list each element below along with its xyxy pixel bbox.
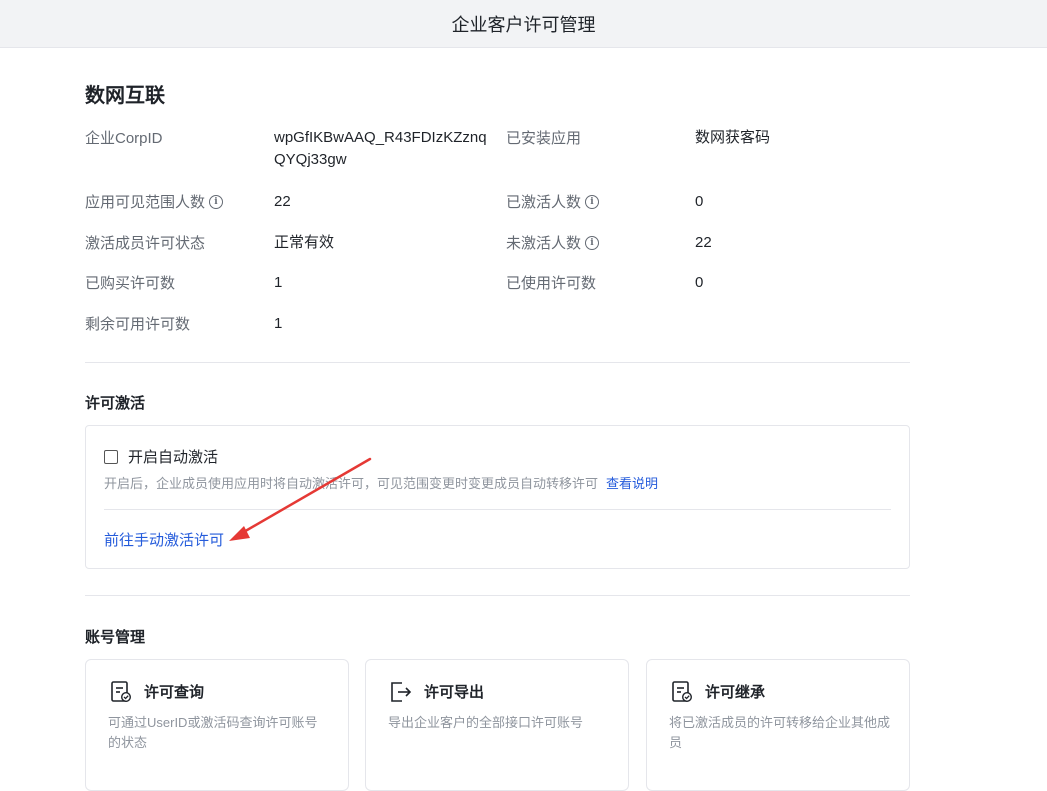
purchased-value: 1 xyxy=(274,274,283,291)
card-license-export[interactable]: 许可导出 导出企业客户的全部接口许可账号 xyxy=(365,659,629,791)
corp-name: 数网互联 xyxy=(85,85,165,107)
view-explanation-link[interactable]: 查看说明 xyxy=(606,476,658,491)
installed-app-label: 已安装应用 xyxy=(506,130,582,147)
section-divider xyxy=(85,595,910,596)
panel-divider xyxy=(104,509,891,510)
card-description: 导出企业客户的全部接口许可账号 xyxy=(388,715,584,730)
page-title: 企业客户许可管理 xyxy=(451,14,596,35)
activated-count-value: 0 xyxy=(695,193,704,210)
auto-activate-toggle[interactable]: 开启自动激活 xyxy=(104,446,218,467)
card-title: 许可继承 xyxy=(705,684,766,701)
top-bar: 企业客户许可管理 xyxy=(0,0,1047,48)
used-value: 0 xyxy=(695,274,704,291)
used-label: 已使用许可数 xyxy=(506,275,597,292)
info-circle-icon[interactable]: i xyxy=(585,235,600,250)
visible-count-label: 应用可见范围人数 xyxy=(85,194,206,211)
corpid-label: 企业CorpID xyxy=(85,130,163,147)
license-doc-icon xyxy=(111,681,132,703)
auto-activate-label: 开启自动激活 xyxy=(128,449,219,466)
card-title: 许可查询 xyxy=(144,684,205,701)
unactivated-count-label: 未激活人数 xyxy=(506,235,582,252)
manual-activation-link[interactable]: 前往手动激活许可 xyxy=(104,529,224,550)
annotation-arrow xyxy=(229,457,372,541)
card-license-inherit[interactable]: 许可继承 将已激活成员的许可转移给企业其他成员 xyxy=(646,659,910,791)
unactivated-count-value: 22 xyxy=(695,234,712,251)
visible-count-label-wrap: 应用可见范围人数 i xyxy=(85,191,224,212)
activation-panel: 开启自动激活 开启后，企业成员使用应用时将自动激活许可，可见范围变更时变更成员自… xyxy=(85,425,910,569)
info-circle-icon[interactable]: i xyxy=(585,194,600,209)
remaining-label: 剩余可用许可数 xyxy=(85,316,191,333)
hint-text: 开启后，企业成员使用应用时将自动激活许可，可见范围变更时变更成员自动转移许可 xyxy=(104,476,599,491)
visible-count-value: 22 xyxy=(274,193,291,210)
auto-activate-hint: 开启后，企业成员使用应用时将自动激活许可，可见范围变更时变更成员自动转移许可 查看… xyxy=(104,473,658,492)
auto-activate-checkbox[interactable] xyxy=(104,449,118,464)
section-divider xyxy=(85,362,910,363)
activation-section-title: 许可激活 xyxy=(85,395,146,412)
activated-count-label: 已激活人数 xyxy=(506,194,582,211)
export-icon xyxy=(391,682,412,702)
license-doc-icon xyxy=(672,681,693,703)
card-description: 可通过UserID或激活码查询许可账号的状态 xyxy=(108,715,318,750)
purchased-label: 已购买许可数 xyxy=(85,275,176,292)
info-circle-icon[interactable]: i xyxy=(209,194,224,209)
card-description: 将已激活成员的许可转移给企业其他成员 xyxy=(669,715,891,750)
installed-app-value: 数网获客码 xyxy=(695,129,771,146)
unactivated-count-label-wrap: 未激活人数 i xyxy=(506,232,600,253)
corpid-value: wpGfIKBwAAQ_R43FDIzKZznqQYQj33gw xyxy=(274,129,487,168)
license-status-label: 激活成员许可状态 xyxy=(85,235,206,252)
license-status-value: 正常有效 xyxy=(274,234,335,251)
remaining-value: 1 xyxy=(274,315,283,332)
card-title: 许可导出 xyxy=(424,684,485,701)
activated-count-label-wrap: 已激活人数 i xyxy=(506,191,600,212)
card-license-query[interactable]: 许可查询 可通过UserID或激活码查询许可账号的状态 xyxy=(85,659,349,791)
account-section-title: 账号管理 xyxy=(85,629,146,646)
